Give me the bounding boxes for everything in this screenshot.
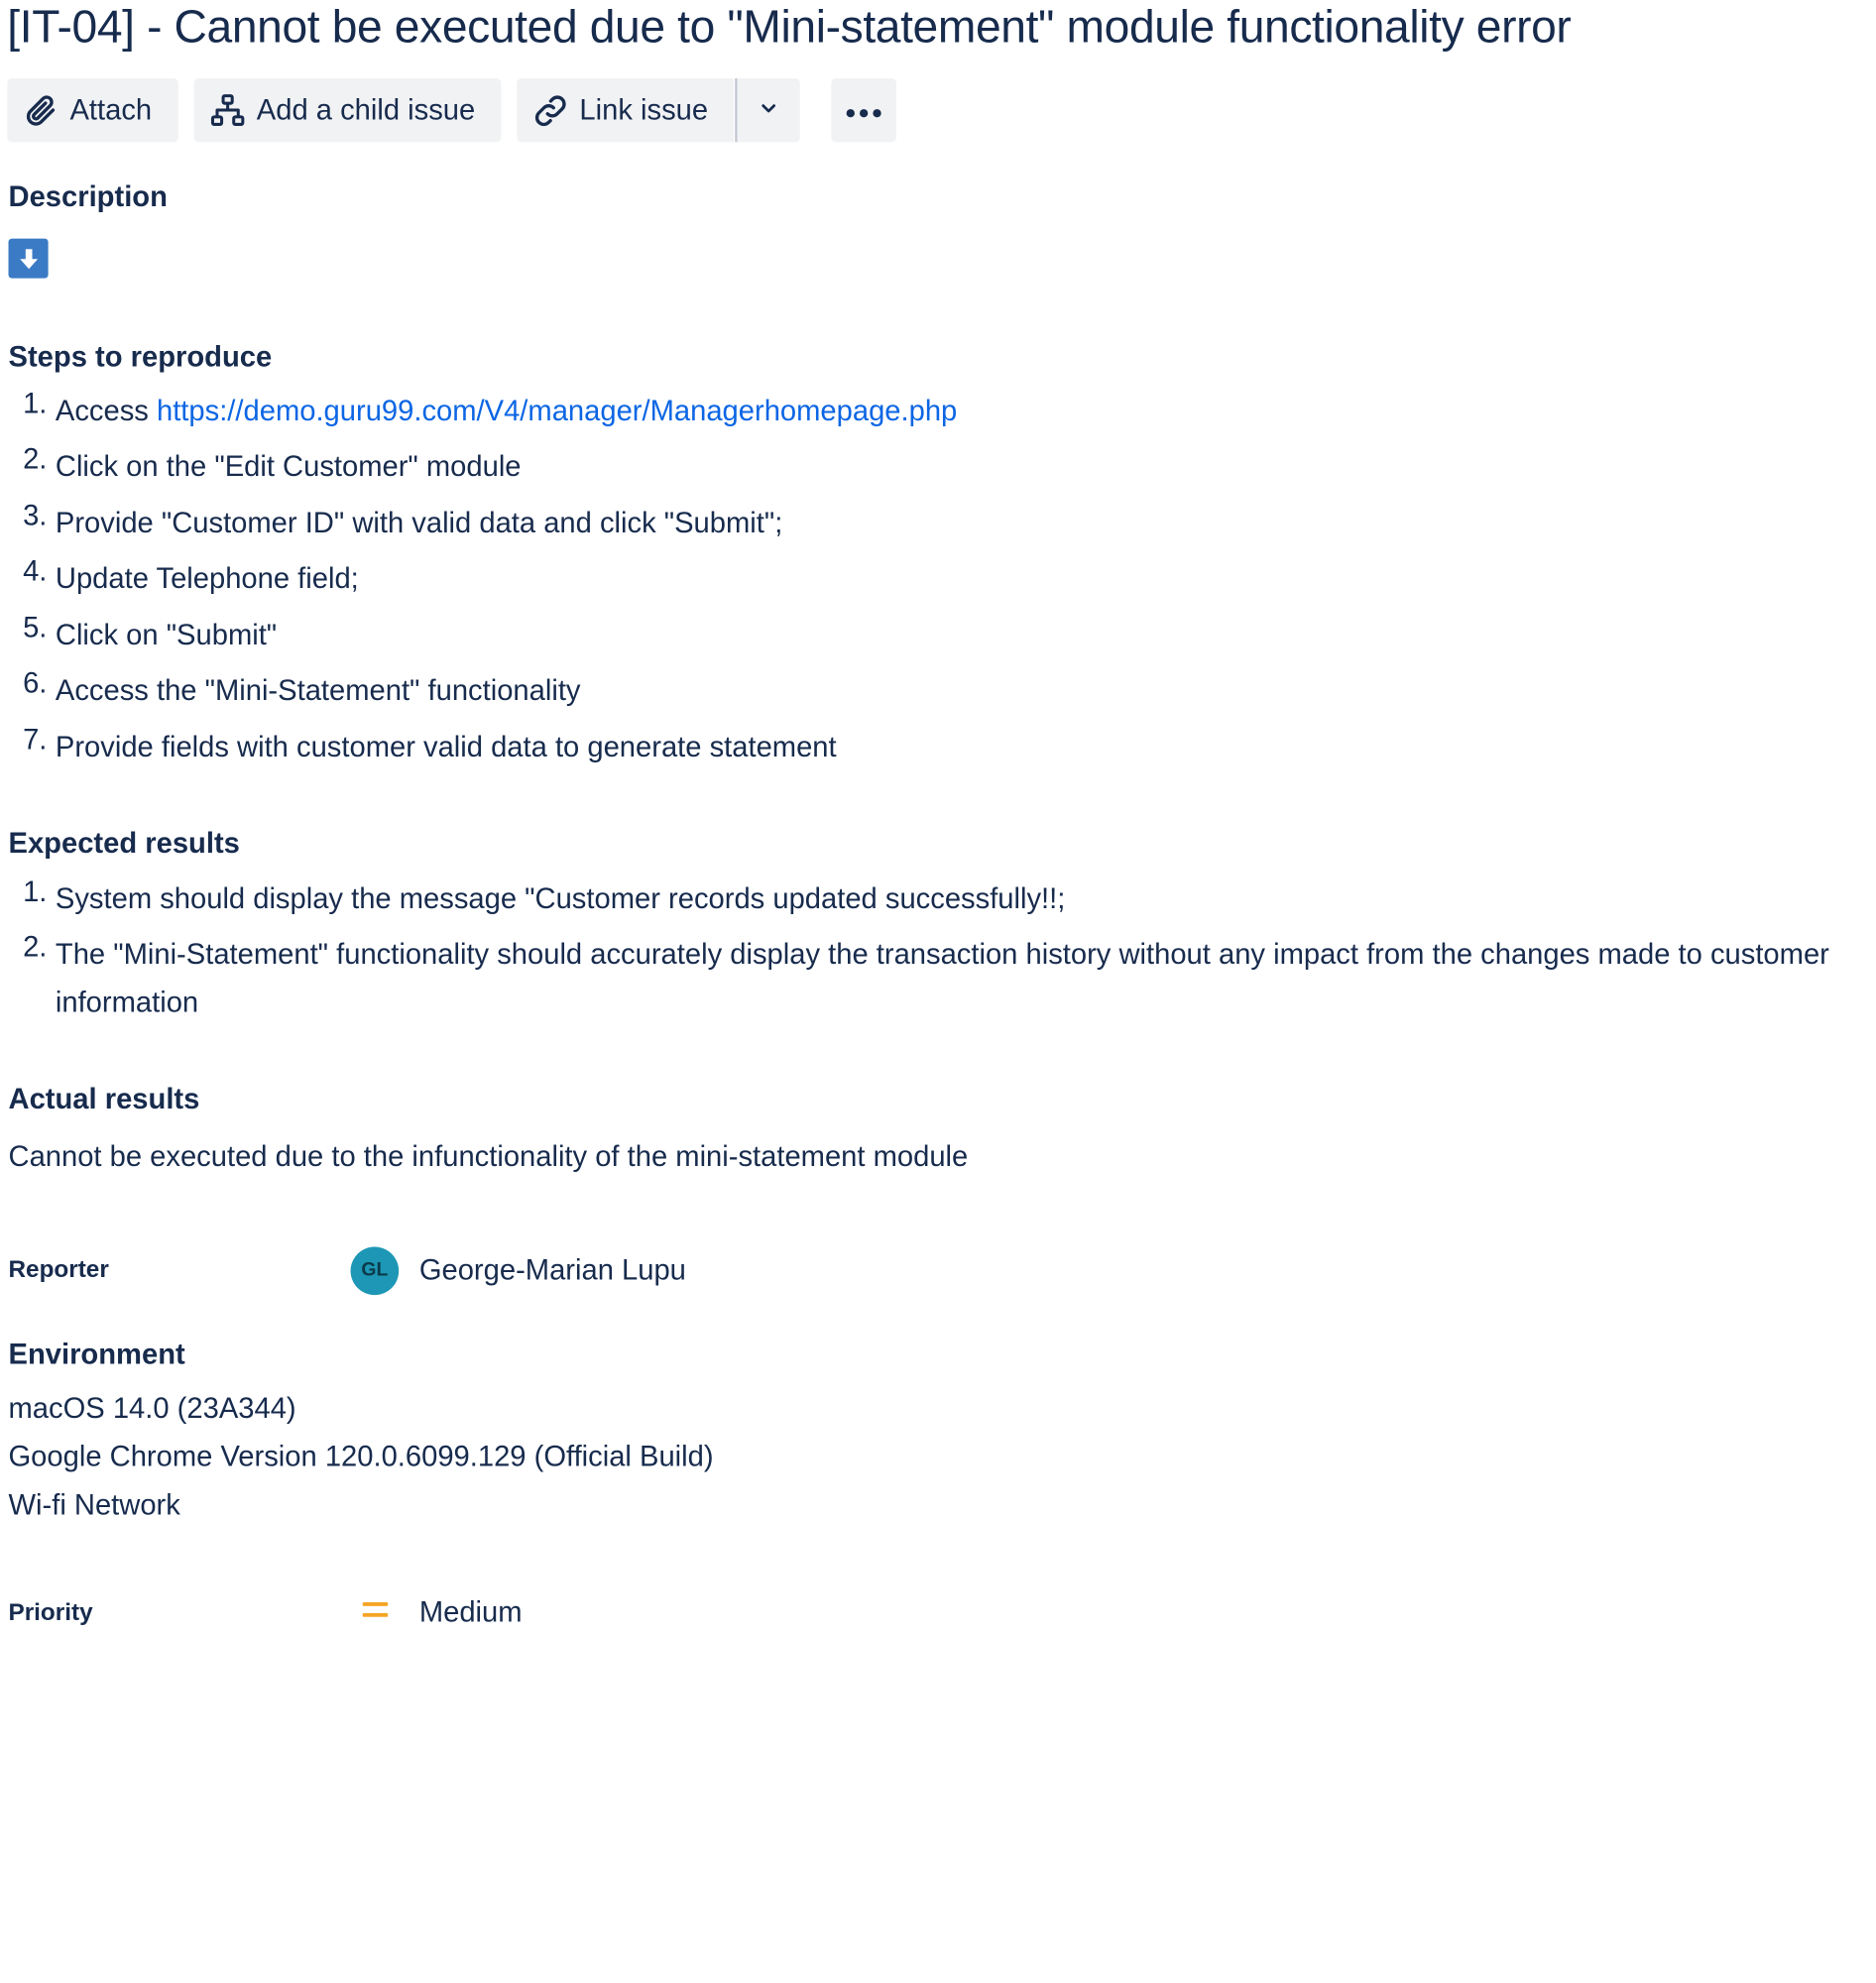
link-issue-label: Link issue <box>579 93 709 126</box>
hierarchy-icon <box>208 91 247 130</box>
result-text: System should display the message "Custo… <box>55 882 1066 916</box>
description-heading: Description <box>8 180 168 214</box>
step-text: Click on the "Edit Customer" module <box>55 450 522 484</box>
paperclip-icon <box>22 91 60 130</box>
step-number: 7. <box>23 724 48 758</box>
reporter-name[interactable]: George-Marian Lupu <box>419 1254 686 1288</box>
step-number: 4. <box>23 555 48 588</box>
step-number: 2. <box>23 443 48 476</box>
add-child-issue-label: Add a child issue <box>256 93 476 126</box>
reporter-label: Reporter <box>8 1256 109 1283</box>
more-actions-button[interactable] <box>831 77 896 143</box>
environment-line: macOS 14.0 (23A344) <box>8 1392 296 1426</box>
environment-line: Wi-fi Network <box>8 1488 180 1522</box>
more-horizontal-icon <box>844 93 884 127</box>
priority-label: Priority <box>8 1599 93 1627</box>
step-text: Click on "Submit" <box>55 619 278 652</box>
step-number: 3. <box>23 500 48 533</box>
issue-title[interactable]: [IT-04] - Cannot be executed due to "Min… <box>7 0 1572 56</box>
expected-results-heading: Expected results <box>8 827 240 861</box>
step-text: Provide "Customer ID" with valid data an… <box>55 507 783 540</box>
avatar[interactable]: GL <box>350 1246 400 1296</box>
actual-results-text: Cannot be executed due to the infunction… <box>8 1140 969 1174</box>
step-number: 1. <box>23 388 48 421</box>
step-number: 5. <box>23 612 48 645</box>
add-child-issue-button[interactable]: Add a child issue <box>193 77 502 143</box>
step-number: 6. <box>23 667 48 700</box>
download-arrow-icon[interactable] <box>8 238 49 279</box>
steps-heading: Steps to reproduce <box>8 340 273 374</box>
step-text: Access the "Mini-Statement" functionalit… <box>55 674 581 708</box>
environment-line: Google Chrome Version 120.0.6099.129 (Of… <box>8 1441 714 1473</box>
step-text: Access https://demo.guru99.com/V4/manage… <box>56 388 1875 436</box>
environment-heading: Environment <box>8 1338 185 1371</box>
priority-value[interactable]: Medium <box>419 1596 523 1630</box>
step-text: Update Telephone field; <box>55 562 359 596</box>
chevron-down-icon <box>758 93 779 127</box>
link-icon <box>531 91 570 130</box>
priority-medium-icon <box>362 1600 391 1622</box>
result-number: 1. <box>23 875 48 909</box>
attach-button-label: Attach <box>69 93 153 126</box>
step-text: Provide fields with customer valid data … <box>55 731 837 764</box>
guru99-link[interactable]: https://demo.guru99.com/V4/manager/Manag… <box>157 396 957 428</box>
issue-page: [IT-04] - Cannot be executed due to "Min… <box>0 0 1876 1983</box>
result-number: 2. <box>23 931 48 964</box>
link-issue-dropdown-button[interactable] <box>735 77 800 143</box>
actual-results-heading: Actual results <box>8 1083 200 1116</box>
link-issue-button[interactable]: Link issue <box>517 77 734 143</box>
attach-button[interactable]: Attach <box>7 77 178 143</box>
result-text: The "Mini-Statement" functionality shoul… <box>55 938 1829 1019</box>
step-text-prefix: Access <box>55 395 157 428</box>
